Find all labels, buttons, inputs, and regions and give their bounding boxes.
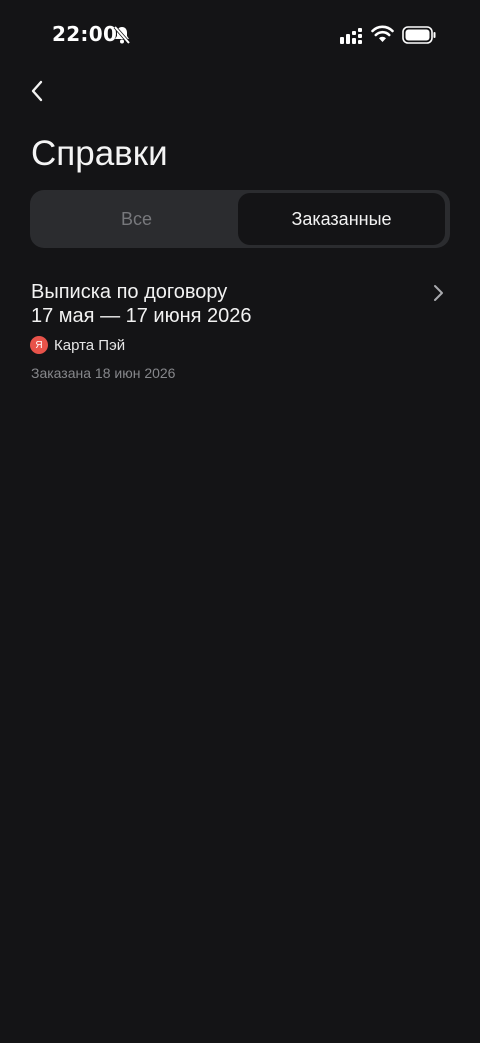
battery-icon	[402, 26, 436, 44]
bell-muted-icon	[113, 25, 131, 45]
page-title: Справки	[31, 134, 168, 173]
card-name: Карта Пэй	[54, 336, 126, 354]
status-time: 22:00	[52, 22, 118, 46]
document-period: 17 мая — 17 июня 2026	[31, 305, 252, 327]
back-button[interactable]	[22, 76, 52, 106]
chevron-left-icon	[31, 80, 43, 102]
card-info: Я Карта Пэй	[30, 336, 125, 354]
document-title-line1: Выписка по договору	[31, 281, 228, 303]
card-logo-icon: Я	[30, 336, 48, 354]
status-bar: 22:00	[0, 0, 480, 70]
wifi-icon	[371, 25, 394, 42]
tab-ordered[interactable]: Заказанные	[238, 193, 445, 245]
document-list-item[interactable]: Выписка по договору 17 мая — 17 июня 202…	[0, 272, 480, 392]
chevron-right-icon	[434, 285, 443, 301]
tab-all[interactable]: Все	[33, 193, 240, 245]
signal-icon	[340, 28, 362, 44]
tab-switcher: Все Заказанные	[30, 190, 450, 248]
document-title: Выписка по договору 17 мая — 17 июня 202…	[31, 280, 411, 328]
ordered-date: Заказана 18 июн 2026	[31, 365, 176, 381]
